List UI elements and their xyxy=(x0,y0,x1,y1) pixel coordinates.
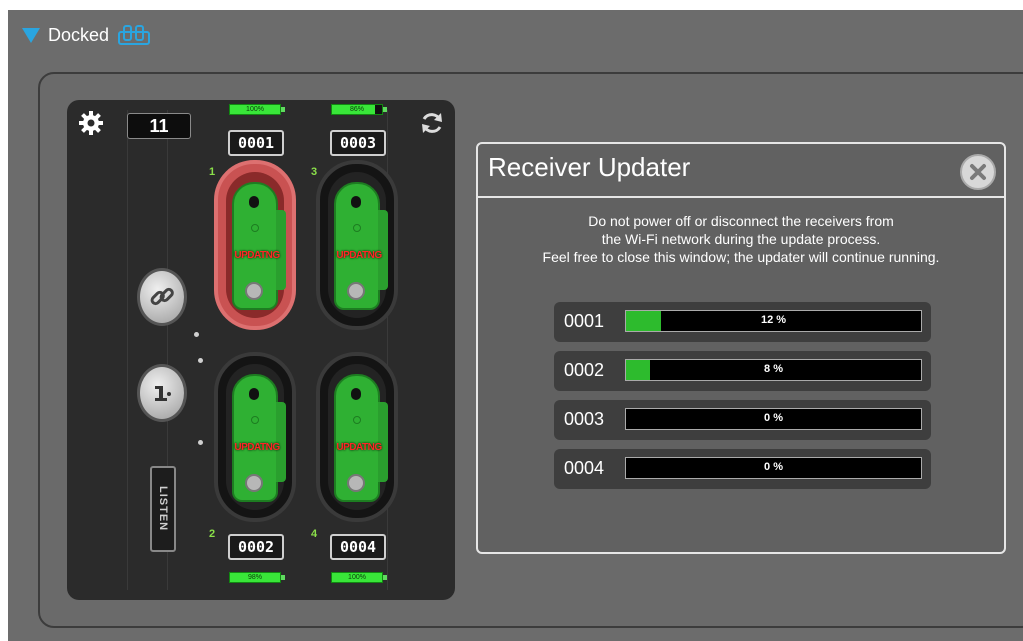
receiver-id-slot-3: 0003 xyxy=(330,130,386,156)
charging-bay-4[interactable]: UPDATNG xyxy=(316,352,398,522)
progress-label: 12 % xyxy=(760,314,787,326)
progress-receiver-id: 0004 xyxy=(564,458,605,478)
refresh-icon[interactable] xyxy=(419,110,445,136)
updating-status: UPDATNG xyxy=(336,250,382,261)
listen-logo: LISTEN xyxy=(150,466,176,552)
updating-status: UPDATNG xyxy=(234,442,280,453)
indicator-dot xyxy=(194,332,199,337)
dialog-message: Do not power off or disconnect the recei… xyxy=(478,212,1004,266)
progress-row: 0002 8 % xyxy=(554,351,931,391)
charging-bay-2[interactable]: UPDATNG xyxy=(214,352,296,522)
charging-bay-3[interactable]: UPDATNG xyxy=(316,160,398,330)
message-line: the Wi-Fi network during the update proc… xyxy=(601,231,881,247)
battery-slot-3: 86% xyxy=(331,104,387,115)
triangle-down-icon[interactable] xyxy=(22,27,40,43)
dialog-divider xyxy=(478,196,1004,198)
close-icon xyxy=(970,164,986,180)
slot-number: 2 xyxy=(209,528,216,540)
receiver-device: UPDATNG xyxy=(334,374,388,502)
progress-label: 0 % xyxy=(764,461,783,473)
indicator-dot xyxy=(198,440,203,445)
progress-receiver-id: 0001 xyxy=(564,311,605,331)
message-line: Do not power off or disconnect the recei… xyxy=(588,213,894,229)
receiver-count-display: 11 xyxy=(127,113,191,139)
slot-number: 3 xyxy=(311,166,318,178)
progress-bar: 0 % xyxy=(625,457,922,479)
receiver-updater-dialog: Receiver Updater Do not power off or dis… xyxy=(476,142,1006,554)
docked-title: Docked xyxy=(48,24,110,45)
progress-receiver-id: 0003 xyxy=(564,409,605,429)
one-icon xyxy=(155,386,171,401)
progress-label: 0 % xyxy=(764,412,783,424)
progress-bar: 8 % xyxy=(625,359,922,381)
receiver-id-slot-2: 0002 xyxy=(228,534,284,560)
dock-icon xyxy=(118,25,151,45)
battery-slot-1: 100% xyxy=(229,104,285,115)
docked-header[interactable]: Docked xyxy=(22,22,151,48)
progress-row: 0001 12 % xyxy=(554,302,931,342)
link-button[interactable] xyxy=(137,268,187,326)
page-1-button[interactable] xyxy=(137,364,187,422)
gear-icon[interactable] xyxy=(78,110,104,136)
receiver-device: UPDATNG xyxy=(334,182,388,310)
receiver-device: UPDATNG xyxy=(232,182,286,310)
receiver-id-slot-4: 0004 xyxy=(330,534,386,560)
message-line: Feel free to close this window; the upda… xyxy=(542,249,940,265)
indicator-dot xyxy=(198,358,203,363)
progress-bar: 12 % xyxy=(625,310,922,332)
progress-row: 0003 0 % xyxy=(554,400,931,440)
charging-bay-1[interactable]: UPDATNG xyxy=(214,160,296,330)
link-icon xyxy=(150,287,174,306)
battery-slot-4: 100% xyxy=(331,572,387,583)
updating-status: UPDATNG xyxy=(336,442,382,453)
receiver-id-slot-1: 0001 xyxy=(228,130,284,156)
close-button[interactable] xyxy=(960,154,996,190)
battery-slot-2: 98% xyxy=(229,572,285,583)
progress-row: 0004 0 % xyxy=(554,449,931,489)
progress-bar: 0 % xyxy=(625,408,922,430)
updating-status: UPDATNG xyxy=(234,250,280,261)
slot-number: 1 xyxy=(209,166,216,178)
receiver-device: UPDATNG xyxy=(232,374,286,502)
slot-number: 4 xyxy=(311,528,318,540)
progress-receiver-id: 0002 xyxy=(564,360,605,380)
dialog-title: Receiver Updater xyxy=(488,152,691,182)
progress-label: 8 % xyxy=(764,363,783,375)
